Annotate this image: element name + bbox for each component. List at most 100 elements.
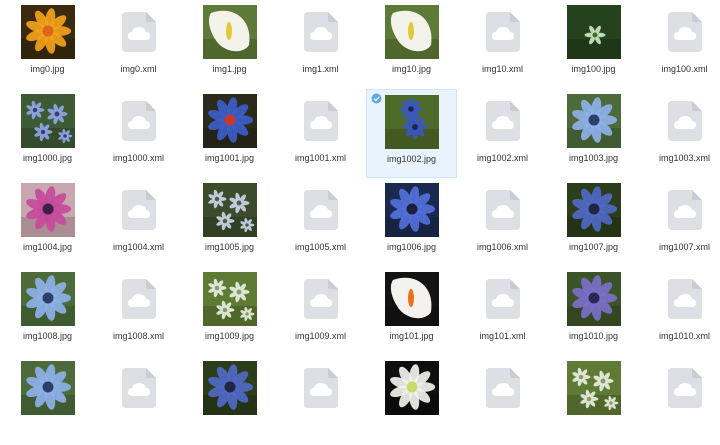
thumbnail	[202, 4, 258, 60]
xml-file-item[interactable]: img0.xml	[93, 0, 184, 89]
file-name-label: img10.jpg	[391, 64, 432, 74]
image-file-item[interactable]: img1010.jpg	[548, 267, 639, 356]
file-name-label: img10.xml	[481, 64, 523, 74]
file-name-label: img1004.jpg	[22, 242, 73, 252]
thumbnail	[202, 360, 258, 416]
thumbnail-image	[384, 361, 439, 415]
image-file-item[interactable]: img1001.jpg	[184, 89, 275, 178]
cloud-file-icon	[303, 101, 338, 141]
cloud-file-icon	[667, 368, 702, 408]
file-name-label: img1005.xml	[294, 242, 347, 252]
file-name-label: img1009.xml	[294, 331, 347, 341]
image-file-item[interactable]: img1003.jpg	[548, 89, 639, 178]
thumbnail-image	[384, 95, 439, 149]
thumbnail-image	[202, 5, 257, 59]
xml-file-item[interactable]: img1.xml	[275, 0, 366, 89]
image-file-item[interactable]	[548, 356, 639, 445]
xml-file-item[interactable]: img1001.xml	[275, 89, 366, 178]
image-file-item[interactable]: img100.jpg	[548, 0, 639, 89]
xml-file-item[interactable]: img1000.xml	[93, 89, 184, 178]
thumbnail-image	[20, 361, 75, 415]
cloud-file-icon	[485, 279, 520, 319]
file-name-label: img1009.jpg	[204, 331, 255, 341]
thumbnail	[384, 360, 440, 416]
image-file-item[interactable]: img1.jpg	[184, 0, 275, 89]
xml-file-item[interactable]: img1005.xml	[275, 178, 366, 267]
thumbnail	[111, 4, 167, 60]
xml-file-item[interactable]: img1008.xml	[93, 267, 184, 356]
image-file-item[interactable]: img101.jpg	[366, 267, 457, 356]
file-name-label: img1003.jpg	[568, 153, 619, 163]
cloud-file-icon	[303, 368, 338, 408]
thumbnail-image	[566, 5, 621, 59]
file-name-label: img101.xml	[479, 331, 526, 341]
xml-file-item[interactable]: img100.xml	[639, 0, 720, 89]
image-file-item[interactable]: img1008.jpg	[2, 267, 93, 356]
image-file-item[interactable]: img0.jpg	[2, 0, 93, 89]
file-name-label: img100.xml	[661, 64, 708, 74]
thumbnail	[475, 182, 531, 238]
image-file-item[interactable]: img1006.jpg	[366, 178, 457, 267]
image-file-item[interactable]: img1000.jpg	[2, 89, 93, 178]
cloud-file-icon	[485, 101, 520, 141]
xml-file-item[interactable]: img1009.xml	[275, 267, 366, 356]
thumbnail	[384, 94, 440, 150]
image-file-item[interactable]: img1009.jpg	[184, 267, 275, 356]
file-name-label: img1000.jpg	[22, 153, 73, 163]
thumbnail	[111, 271, 167, 327]
thumbnail-image	[202, 183, 257, 237]
thumbnail-image	[566, 272, 621, 326]
file-name-label: img101.jpg	[389, 331, 434, 341]
image-file-item[interactable]: img1005.jpg	[184, 178, 275, 267]
thumbnail	[293, 271, 349, 327]
thumbnail	[20, 4, 76, 60]
thumbnail	[293, 360, 349, 416]
thumbnail	[202, 271, 258, 327]
cloud-file-icon	[667, 190, 702, 230]
thumbnail	[475, 93, 531, 149]
xml-file-item[interactable]	[93, 356, 184, 445]
image-file-item[interactable]	[2, 356, 93, 445]
thumbnail	[20, 360, 76, 416]
xml-file-item[interactable]	[457, 356, 548, 445]
image-file-item[interactable]: img1004.jpg	[2, 178, 93, 267]
cloud-file-icon	[121, 12, 156, 52]
file-name-label: img1001.jpg	[204, 153, 255, 163]
file-name-label: img1.jpg	[212, 64, 247, 74]
xml-file-item[interactable]: img10.xml	[457, 0, 548, 89]
file-name-label: img1006.xml	[476, 242, 529, 252]
image-file-item[interactable]: img10.jpg	[366, 0, 457, 89]
cloud-file-icon	[485, 190, 520, 230]
image-file-item[interactable]: img1007.jpg	[548, 178, 639, 267]
xml-file-item[interactable]: img101.xml	[457, 267, 548, 356]
thumbnail-image	[384, 272, 439, 326]
file-name-label: img1010.xml	[658, 331, 711, 341]
file-name-label: img1002.jpg	[386, 154, 437, 164]
thumbnail-image	[20, 5, 75, 59]
xml-file-item[interactable]: img1002.xml	[457, 89, 548, 178]
thumbnail	[475, 4, 531, 60]
cloud-file-icon	[303, 12, 338, 52]
thumbnail	[293, 4, 349, 60]
thumbnail	[384, 4, 440, 60]
xml-file-item[interactable]: img1007.xml	[639, 178, 720, 267]
cloud-file-icon	[667, 12, 702, 52]
checkmark-icon[interactable]	[371, 93, 382, 104]
image-file-item[interactable]	[366, 356, 457, 445]
xml-file-item[interactable]	[639, 356, 720, 445]
image-file-item[interactable]: img1002.jpg	[366, 89, 457, 178]
file-name-label: img1.xml	[302, 64, 339, 74]
image-file-item[interactable]	[184, 356, 275, 445]
file-name-label: img100.jpg	[571, 64, 616, 74]
thumbnail	[20, 271, 76, 327]
xml-file-item[interactable]: img1006.xml	[457, 178, 548, 267]
thumbnail-image	[384, 5, 439, 59]
xml-file-item[interactable]: img1010.xml	[639, 267, 720, 356]
thumbnail-image	[202, 272, 257, 326]
xml-file-item[interactable]	[275, 356, 366, 445]
xml-file-item[interactable]: img1004.xml	[93, 178, 184, 267]
thumbnail	[384, 271, 440, 327]
xml-file-item[interactable]: img1003.xml	[639, 89, 720, 178]
thumbnail	[657, 360, 713, 416]
file-name-label: img1007.xml	[658, 242, 711, 252]
